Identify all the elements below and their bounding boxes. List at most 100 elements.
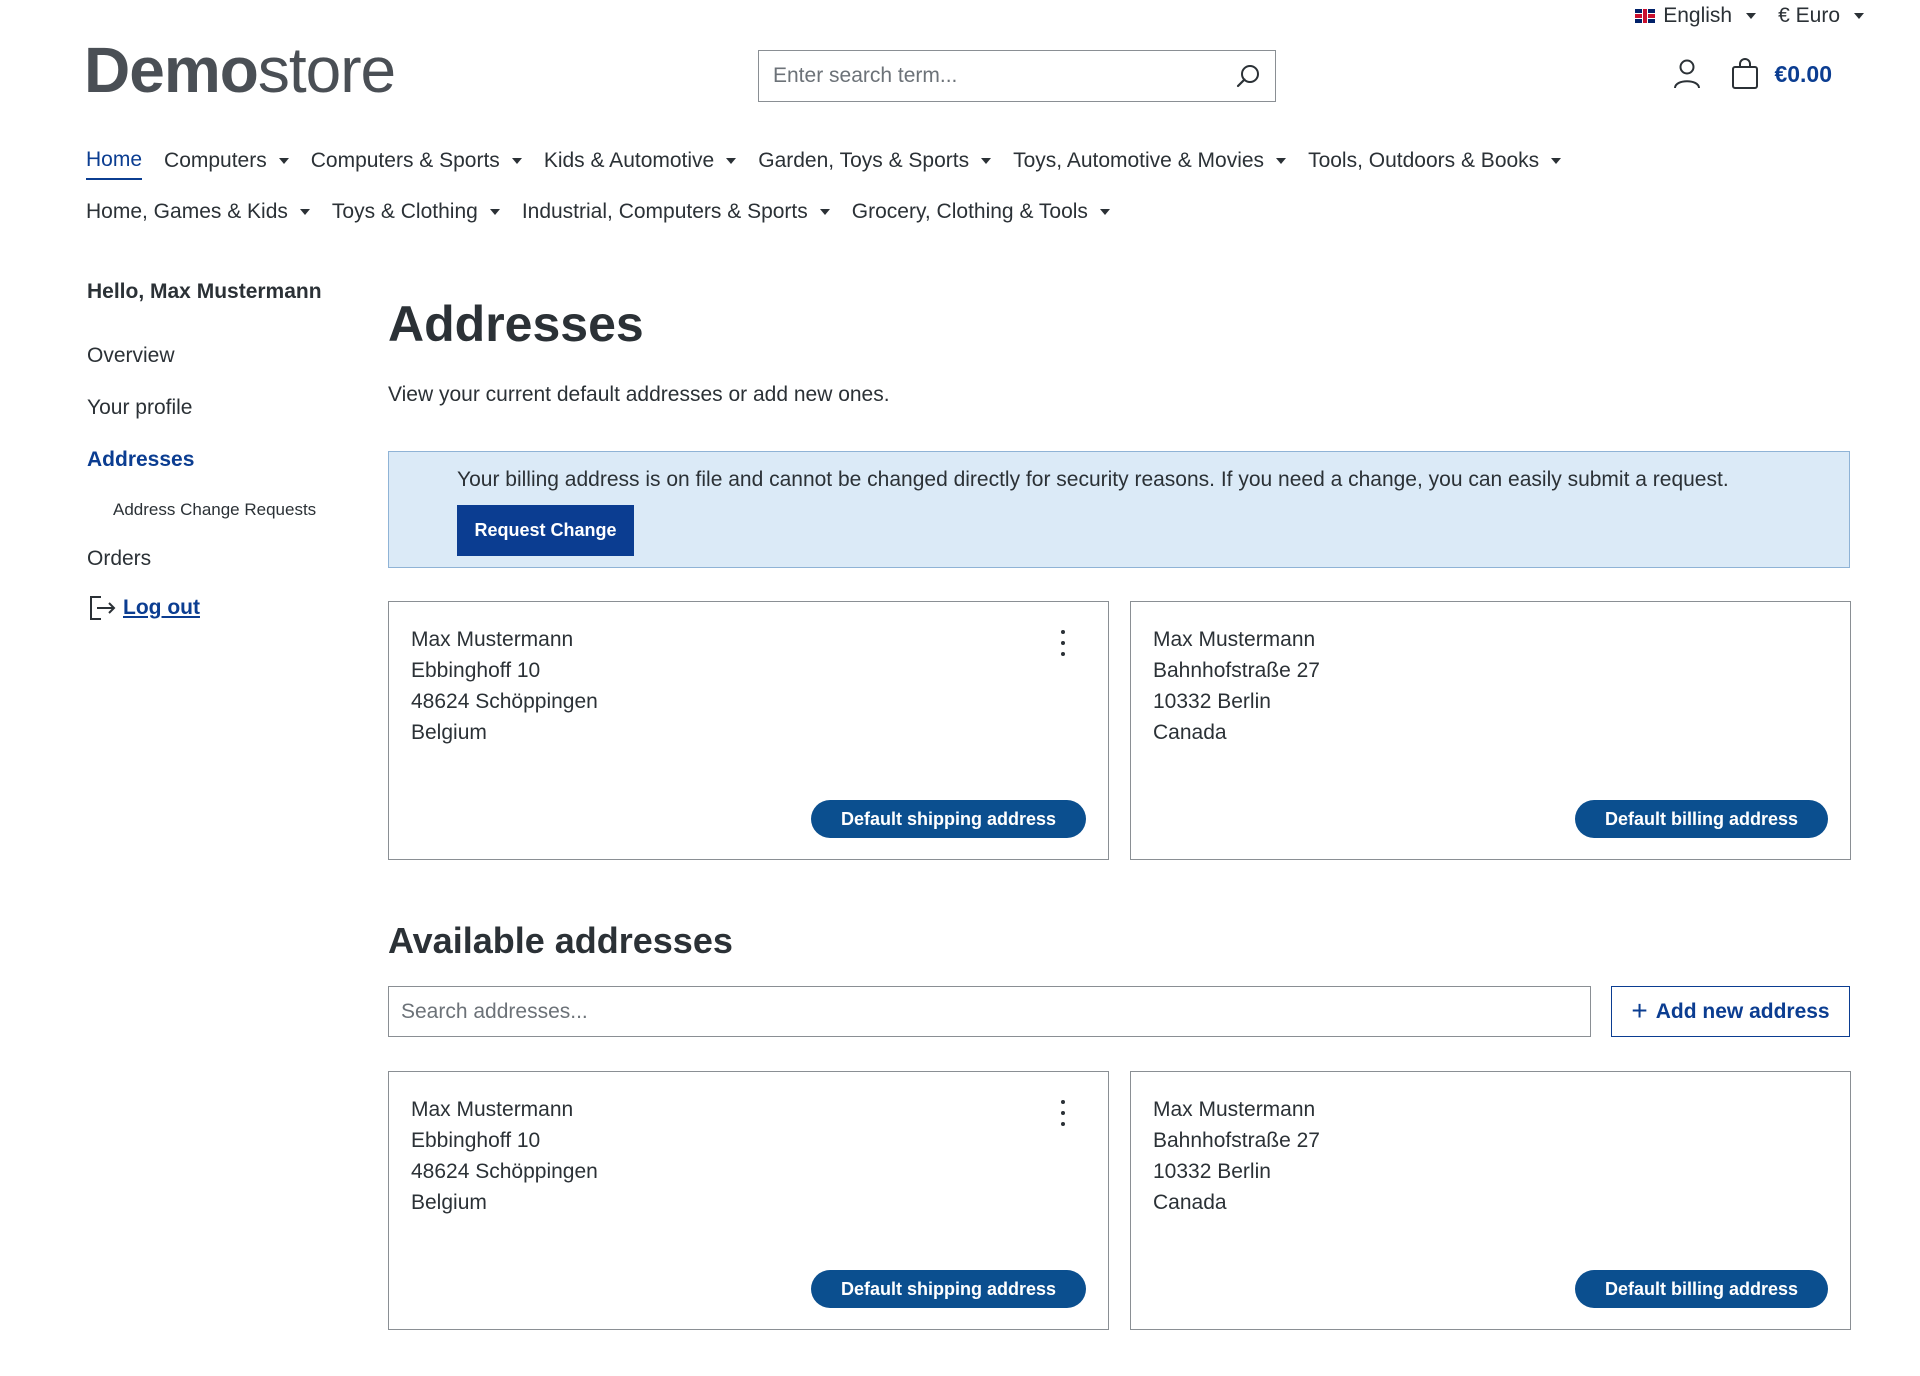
request-change-button[interactable]: Request Change [457, 505, 634, 556]
logo-bold-text: Demo [84, 34, 259, 106]
default-billing-badge: Default billing address [1574, 1270, 1828, 1308]
chevron-down-icon [1854, 13, 1864, 19]
chevron-down-icon [819, 209, 830, 215]
add-address-button[interactable]: + Add new address [1611, 986, 1850, 1037]
nav-item-label: Tools, Outdoors & Books [1308, 149, 1540, 172]
address-city: 48624 Schöppingen [411, 1160, 598, 1183]
address-lines: Max Mustermann Bahnhofstraße 27 10332 Be… [1153, 1094, 1320, 1218]
plus-icon: + [1631, 994, 1648, 1026]
nav-item-label: Garden, Toys & Sports [758, 149, 970, 172]
more-options-icon[interactable] [1058, 1100, 1068, 1126]
topbar: English € Euro [1635, 4, 1864, 28]
chevron-down-icon [1099, 209, 1110, 215]
logout-icon [90, 596, 116, 620]
nav-item-computers[interactable]: Computers [164, 148, 289, 180]
address-street: Bahnhofstraße 27 [1153, 659, 1320, 682]
uk-flag-icon [1635, 9, 1656, 23]
address-card: Max Mustermann Ebbinghoff 10 48624 Schöp… [388, 1071, 1109, 1330]
nav-item-label: Grocery, Clothing & Tools [851, 200, 1088, 223]
address-lines: Max Mustermann Ebbinghoff 10 48624 Schöp… [411, 624, 598, 748]
address-search-box [388, 986, 1591, 1037]
address-country: Belgium [411, 1191, 487, 1214]
nav-item-label: Home [86, 148, 143, 171]
page-description: View your current default addresses or a… [388, 383, 890, 406]
address-city: 10332 Berlin [1153, 1160, 1271, 1183]
address-street: Ebbinghoff 10 [411, 1129, 541, 1152]
address-country: Belgium [411, 721, 487, 744]
nav-item-toys-clothing[interactable]: Toys & Clothing [332, 200, 500, 230]
nav-item-label: Toys, Automotive & Movies [1013, 149, 1265, 172]
address-name: Max Mustermann [411, 628, 574, 651]
nav-item-grocery-clothing-tools[interactable]: Grocery, Clothing & Tools [852, 200, 1110, 230]
nav-item-label: Computers [164, 149, 267, 172]
nav-item-label: Industrial, Computers & Sports [521, 200, 808, 223]
nav-item-toys-automotive-movies[interactable]: Toys, Automotive & Movies [1013, 148, 1287, 180]
address-lines: Max Mustermann Bahnhofstraße 27 10332 Be… [1153, 624, 1320, 748]
nav-item-industrial-computers-sports[interactable]: Industrial, Computers & Sports [522, 200, 830, 230]
address-city: 48624 Schöppingen [411, 690, 598, 713]
language-label: English [1663, 4, 1733, 27]
default-shipping-card: Max Mustermann Ebbinghoff 10 48624 Schöp… [388, 601, 1109, 860]
sidebar-item-overview[interactable]: Overview [87, 344, 175, 368]
nav-item-label: Computers & Sports [310, 149, 500, 172]
currency-label: € Euro [1778, 4, 1840, 27]
cart-total: €0.00 [1774, 60, 1832, 87]
sidebar-item-orders[interactable]: Orders [87, 547, 151, 571]
logout-label: Log out [123, 596, 200, 619]
more-options-icon[interactable] [1058, 630, 1068, 656]
search-box [758, 50, 1276, 102]
chevron-down-icon [299, 209, 310, 215]
address-search-input[interactable] [401, 999, 1578, 1024]
nav-item-home-games-kids[interactable]: Home, Games & Kids [86, 200, 310, 230]
account-icon[interactable] [1672, 58, 1702, 90]
sidebar-item-profile[interactable]: Your profile [87, 396, 192, 420]
default-shipping-badge: Default shipping address [810, 1270, 1086, 1308]
default-billing-card: Max Mustermann Bahnhofstraße 27 10332 Be… [1130, 601, 1851, 860]
logout-link[interactable]: Log out [87, 593, 200, 623]
nav-item-garden-toys-sports[interactable]: Garden, Toys & Sports [758, 148, 992, 180]
chevron-down-icon [278, 158, 289, 164]
address-name: Max Mustermann [1153, 1098, 1316, 1121]
chevron-down-icon [511, 158, 522, 164]
chevron-down-icon [1276, 158, 1287, 164]
cart-bag-icon [1732, 58, 1759, 89]
address-lines: Max Mustermann Ebbinghoff 10 48624 Schöp… [411, 1094, 598, 1218]
main-nav-row-1: Home Computers Computers & Sports Kids &… [86, 148, 1583, 180]
language-selector[interactable]: English [1635, 4, 1757, 28]
default-shipping-badge: Default shipping address [810, 800, 1086, 838]
address-street: Ebbinghoff 10 [411, 659, 541, 682]
nav-item-tools-outdoors-books[interactable]: Tools, Outdoors & Books [1308, 148, 1562, 180]
available-addresses-title: Available addresses [388, 920, 733, 961]
alert-text: Your billing address is on file and cann… [457, 468, 1729, 491]
cart-button[interactable]: €0.00 [1730, 58, 1832, 90]
chevron-down-icon [726, 158, 737, 164]
address-city: 10332 Berlin [1153, 690, 1271, 713]
currency-selector[interactable]: € Euro [1778, 4, 1864, 28]
main-nav-row-2: Home, Games & Kids Toys & Clothing Indus… [86, 200, 1132, 230]
account-greeting: Hello, Max Mustermann [87, 280, 322, 303]
nav-item-label: Kids & Automotive [543, 149, 715, 172]
address-card: Max Mustermann Bahnhofstraße 27 10332 Be… [1130, 1071, 1851, 1330]
nav-item-label: Toys & Clothing [331, 200, 478, 223]
page-title: Addresses [388, 296, 644, 352]
billing-info-alert: Your billing address is on file and cann… [388, 451, 1850, 568]
store-logo[interactable]: Demostore [84, 38, 396, 102]
address-country: Canada [1153, 1191, 1227, 1214]
address-country: Canada [1153, 721, 1227, 744]
add-address-label: Add new address [1655, 999, 1830, 1023]
nav-item-label: Home, Games & Kids [86, 200, 288, 223]
address-street: Bahnhofstraße 27 [1153, 1129, 1320, 1152]
address-name: Max Mustermann [411, 1098, 574, 1121]
search-icon[interactable] [1235, 63, 1261, 89]
header-actions: €0.00 [1672, 58, 1832, 90]
default-billing-badge: Default billing address [1574, 800, 1828, 838]
sidebar-item-address-change-requests[interactable]: Address Change Requests [113, 500, 316, 520]
chevron-down-icon [981, 158, 992, 164]
nav-item-kids-automotive[interactable]: Kids & Automotive [543, 148, 737, 180]
sidebar-item-addresses[interactable]: Addresses [87, 448, 194, 472]
address-name: Max Mustermann [1153, 628, 1316, 651]
search-input[interactable] [773, 64, 1235, 88]
chevron-down-icon [1551, 158, 1562, 164]
nav-item-home[interactable]: Home [86, 148, 143, 180]
nav-item-computers-sports[interactable]: Computers & Sports [311, 148, 522, 180]
